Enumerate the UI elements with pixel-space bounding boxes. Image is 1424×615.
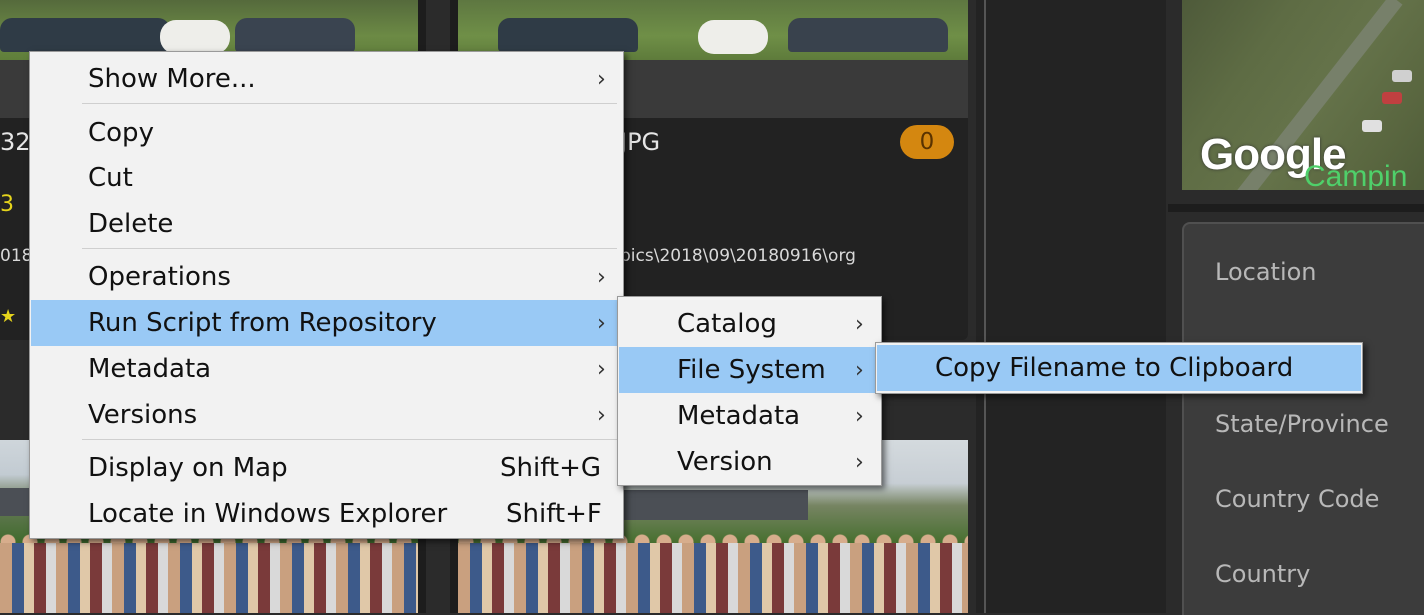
panel-divider[interactable] <box>984 0 986 613</box>
chevron-right-icon: › <box>597 310 606 336</box>
location-field-label: Location <box>1215 258 1317 286</box>
chevron-right-icon: › <box>597 356 606 382</box>
menu-item-label: Catalog <box>677 309 777 339</box>
menu-item-delete[interactable]: Delete <box>31 201 622 247</box>
version-count-badge[interactable]: 0 <box>900 125 954 159</box>
menu-item-locate-in-explorer[interactable]: Locate in Windows Explorer Shift+F <box>31 491 622 537</box>
menu-item-operations[interactable]: Operations › <box>31 254 622 300</box>
menu-item-label: Display on Map <box>88 453 288 483</box>
menu-item-label: Copy <box>88 118 154 148</box>
chevron-right-icon: › <box>855 403 864 429</box>
menu-item-label: Cut <box>88 163 133 193</box>
star-icon[interactable]: ★ <box>0 306 16 327</box>
menu-item-show-more[interactable]: Show More... › <box>31 56 622 102</box>
menu-item-shortcut: Shift+G <box>500 453 602 483</box>
menu-item-versions[interactable]: Versions › <box>31 392 622 438</box>
menu-separator <box>82 248 617 249</box>
map-place-label: Campin <box>1304 160 1408 190</box>
chevron-right-icon: › <box>855 311 864 337</box>
chevron-right-icon: › <box>597 402 606 428</box>
menu-item-label: File System <box>677 355 826 385</box>
submenu-item-version[interactable]: Version › <box>619 439 880 485</box>
country-code-field-label: Country Code <box>1215 485 1380 513</box>
state-province-field-label: State/Province <box>1215 410 1389 438</box>
chevron-right-icon: › <box>597 66 606 92</box>
menu-item-label: Operations <box>88 262 231 292</box>
thumbnail-path-fragment-left: 018 <box>0 246 33 266</box>
menu-item-label: Version <box>677 447 773 477</box>
menu-item-cut[interactable]: Cut <box>31 155 622 201</box>
chevron-right-icon: › <box>855 449 864 475</box>
thumbnail-number-fragment: 32 <box>0 128 31 156</box>
country-field-label: Country <box>1215 560 1311 588</box>
menu-item-label: Versions <box>88 400 198 430</box>
menu-item-label: Metadata <box>677 401 801 431</box>
menu-item-run-script[interactable]: Run Script from Repository › <box>31 300 622 346</box>
panel-gutter <box>976 0 1166 613</box>
menu-separator <box>82 103 617 104</box>
menu-item-metadata[interactable]: Metadata › <box>31 346 622 392</box>
menu-item-label: Run Script from Repository <box>88 308 437 338</box>
chevron-right-icon: › <box>597 264 606 290</box>
menu-item-label: Locate in Windows Explorer <box>88 499 448 529</box>
chevron-right-icon: › <box>855 357 864 383</box>
submenu-item-copy-filename[interactable]: Copy Filename to Clipboard <box>877 345 1361 391</box>
menu-item-copy[interactable]: Copy <box>31 110 622 156</box>
thumbnail-rating-fragment: 3 <box>0 192 14 217</box>
thumbnail-filename-fragment: JPG <box>620 128 661 156</box>
menu-item-label: Show More... <box>88 64 256 94</box>
menu-item-label: Copy Filename to Clipboard <box>935 353 1294 383</box>
menu-item-label: Delete <box>88 209 174 239</box>
menu-item-display-on-map[interactable]: Display on Map Shift+G <box>31 445 622 491</box>
submenu-item-file-system[interactable]: File System › <box>619 347 880 393</box>
submenu-item-catalog[interactable]: Catalog › <box>619 301 880 347</box>
script-repository-submenu: Catalog › File System › Metadata › Versi… <box>617 296 882 486</box>
menu-separator <box>82 439 617 440</box>
file-system-submenu: Copy Filename to Clipboard <box>875 342 1363 394</box>
panel-separator <box>1168 204 1424 212</box>
thumbnail-path-fragment-right: pics\2018\09\20180916\org <box>620 246 856 266</box>
submenu-item-metadata[interactable]: Metadata › <box>619 393 880 439</box>
context-menu: Show More... › Copy Cut Delete Operation… <box>29 51 624 539</box>
menu-item-label: Metadata <box>88 354 212 384</box>
menu-item-shortcut: Shift+F <box>506 499 602 529</box>
map-preview[interactable]: Google Campin <box>1182 0 1424 190</box>
